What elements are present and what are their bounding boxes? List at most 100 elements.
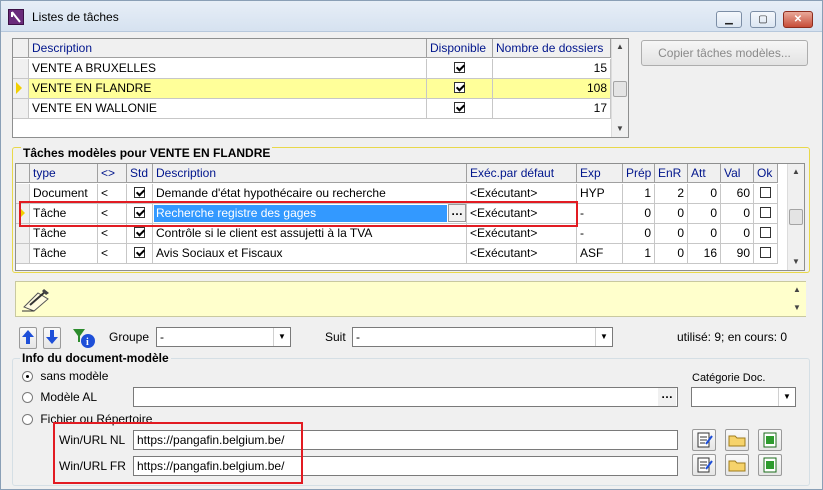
row-indicator <box>13 99 29 119</box>
tasks-group-title: Tâches modèles pour VENTE EN FLANDRE <box>21 146 273 160</box>
edit-document-button-fr[interactable] <box>692 454 716 476</box>
modele-al-field[interactable]: … <box>133 387 678 407</box>
radio-fichier[interactable] <box>22 414 33 426</box>
task-enr[interactable]: 0 <box>655 224 688 244</box>
categorie-select[interactable]: ▼ <box>691 387 796 407</box>
list-row-disponible-checkbox[interactable] <box>427 79 493 99</box>
task-exp[interactable]: HYP <box>577 184 623 204</box>
task-std-checkbox[interactable] <box>127 244 153 264</box>
copy-tasks-button[interactable]: Copier tâches modèles... <box>641 40 808 66</box>
task-val[interactable]: 0 <box>721 204 754 224</box>
list-row-disponible-checkbox[interactable] <box>427 99 493 119</box>
scroll-up-icon[interactable]: ▲ <box>788 164 804 180</box>
task-ok-checkbox[interactable] <box>754 204 778 224</box>
column-header-executant[interactable]: Exéc.par défaut <box>467 164 577 183</box>
task-exp[interactable]: - <box>577 204 623 224</box>
usage-status: utilisé: 9; en cours: 0 <box>677 330 788 344</box>
filter-info-icon[interactable]: i <box>71 326 97 350</box>
task-att[interactable]: 16 <box>688 244 721 264</box>
task-ok-checkbox[interactable] <box>754 244 778 264</box>
list-row-description[interactable]: VENTE EN FLANDRE <box>29 79 427 99</box>
task-enr[interactable]: 0 <box>655 204 688 224</box>
radio-sans-modele[interactable] <box>22 371 33 383</box>
option-modele-al[interactable]: Modèle AL <box>22 390 97 404</box>
column-header-enr[interactable]: EnR <box>655 164 688 183</box>
column-header-ok[interactable]: Ok <box>754 164 778 183</box>
scroll-thumb[interactable] <box>789 209 803 225</box>
notes-scrollbar[interactable]: ▲ ▼ <box>789 282 806 316</box>
app-icon <box>8 9 24 25</box>
close-button[interactable]: ✕ <box>783 11 813 28</box>
maximize-button[interactable]: ▢ <box>750 11 776 28</box>
radio-modele-al[interactable] <box>22 392 33 404</box>
open-folder-button-nl[interactable] <box>725 429 749 451</box>
scroll-down-icon[interactable]: ▼ <box>612 121 628 137</box>
chevron-down-icon[interactable]: ▼ <box>273 328 290 346</box>
task-att[interactable]: 0 <box>688 204 721 224</box>
categorie-label: Catégorie Doc. <box>692 372 766 384</box>
task-type[interactable]: Tâche <box>30 224 98 244</box>
task-exp[interactable]: ASF <box>577 244 623 264</box>
lists-grid[interactable]: Description Disponible Nombre de dossier… <box>12 38 629 138</box>
option-sans-modele[interactable]: sans modèle <box>22 369 108 383</box>
move-down-button[interactable] <box>43 327 61 349</box>
open-folder-button-fr[interactable] <box>725 454 749 476</box>
task-std-checkbox[interactable] <box>127 224 153 244</box>
task-exp[interactable]: - <box>577 224 623 244</box>
scroll-up-icon[interactable]: ▲ <box>612 39 628 55</box>
list-row-description[interactable]: VENTE A BRUXELLES <box>29 59 427 79</box>
task-val[interactable]: 0 <box>721 224 754 244</box>
tasks-scrollbar[interactable]: ▲ ▼ <box>787 164 804 270</box>
task-description[interactable]: Avis Sociaux et Fiscaux <box>153 244 467 264</box>
scroll-up-icon[interactable]: ▲ <box>789 282 805 298</box>
task-enr[interactable]: 0 <box>655 244 688 264</box>
column-header-count[interactable]: Nombre de dossiers <box>493 39 611 58</box>
chevron-down-icon[interactable]: ▼ <box>778 388 795 406</box>
task-att[interactable]: 0 <box>688 184 721 204</box>
window-title: Listes de tâches <box>32 10 119 24</box>
task-type[interactable]: Tâche <box>30 244 98 264</box>
task-prep[interactable]: 1 <box>623 184 655 204</box>
task-ok-checkbox[interactable] <box>754 184 778 204</box>
notes-panel[interactable]: ▲ ▼ <box>15 281 806 317</box>
task-prep[interactable]: 0 <box>623 204 655 224</box>
lists-scrollbar[interactable]: ▲ ▼ <box>611 39 628 137</box>
list-row-description[interactable]: VENTE EN WALLONIE <box>29 99 427 119</box>
list-row-disponible-checkbox[interactable] <box>427 59 493 79</box>
edit-document-button-nl[interactable] <box>692 429 716 451</box>
task-relation[interactable]: < <box>98 244 127 264</box>
column-header-relation[interactable]: <> <box>98 164 127 183</box>
column-header-val[interactable]: Val <box>721 164 754 183</box>
task-relation[interactable]: < <box>98 224 127 244</box>
task-enr[interactable]: 2 <box>655 184 688 204</box>
modele-ellipsis-button[interactable]: … <box>658 388 676 406</box>
move-up-button[interactable] <box>19 327 37 349</box>
task-val[interactable]: 90 <box>721 244 754 264</box>
export-button-fr[interactable] <box>758 454 782 476</box>
column-header-att[interactable]: Att <box>688 164 721 183</box>
groupe-select[interactable]: - ▼ <box>156 327 291 347</box>
task-executant[interactable]: <Exécutant> <box>467 224 577 244</box>
task-att[interactable]: 0 <box>688 224 721 244</box>
column-header-exp[interactable]: Exp <box>577 164 623 183</box>
column-header-std[interactable]: Std <box>127 164 153 183</box>
export-button-nl[interactable] <box>758 429 782 451</box>
column-header-type[interactable]: type <box>30 164 98 183</box>
scroll-down-icon[interactable]: ▼ <box>789 300 805 316</box>
column-header-description[interactable]: Description <box>153 164 467 183</box>
task-ok-checkbox[interactable] <box>754 224 778 244</box>
task-val[interactable]: 60 <box>721 184 754 204</box>
scroll-down-icon[interactable]: ▼ <box>788 254 804 270</box>
minimize-button[interactable]: ▁ <box>716 11 742 28</box>
tasks-indicator-header <box>16 164 30 183</box>
task-description[interactable]: Contrôle si le client est assujetti à la… <box>153 224 467 244</box>
chevron-down-icon[interactable]: ▼ <box>595 328 612 346</box>
task-prep[interactable]: 1 <box>623 244 655 264</box>
column-header-disponible[interactable]: Disponible <box>427 39 493 58</box>
task-prep[interactable]: 0 <box>623 224 655 244</box>
task-executant[interactable]: <Exécutant> <box>467 244 577 264</box>
column-header-prep[interactable]: Prép <box>623 164 655 183</box>
scroll-thumb[interactable] <box>613 81 627 97</box>
column-header-description[interactable]: Description <box>29 39 427 58</box>
suit-select[interactable]: - ▼ <box>352 327 613 347</box>
